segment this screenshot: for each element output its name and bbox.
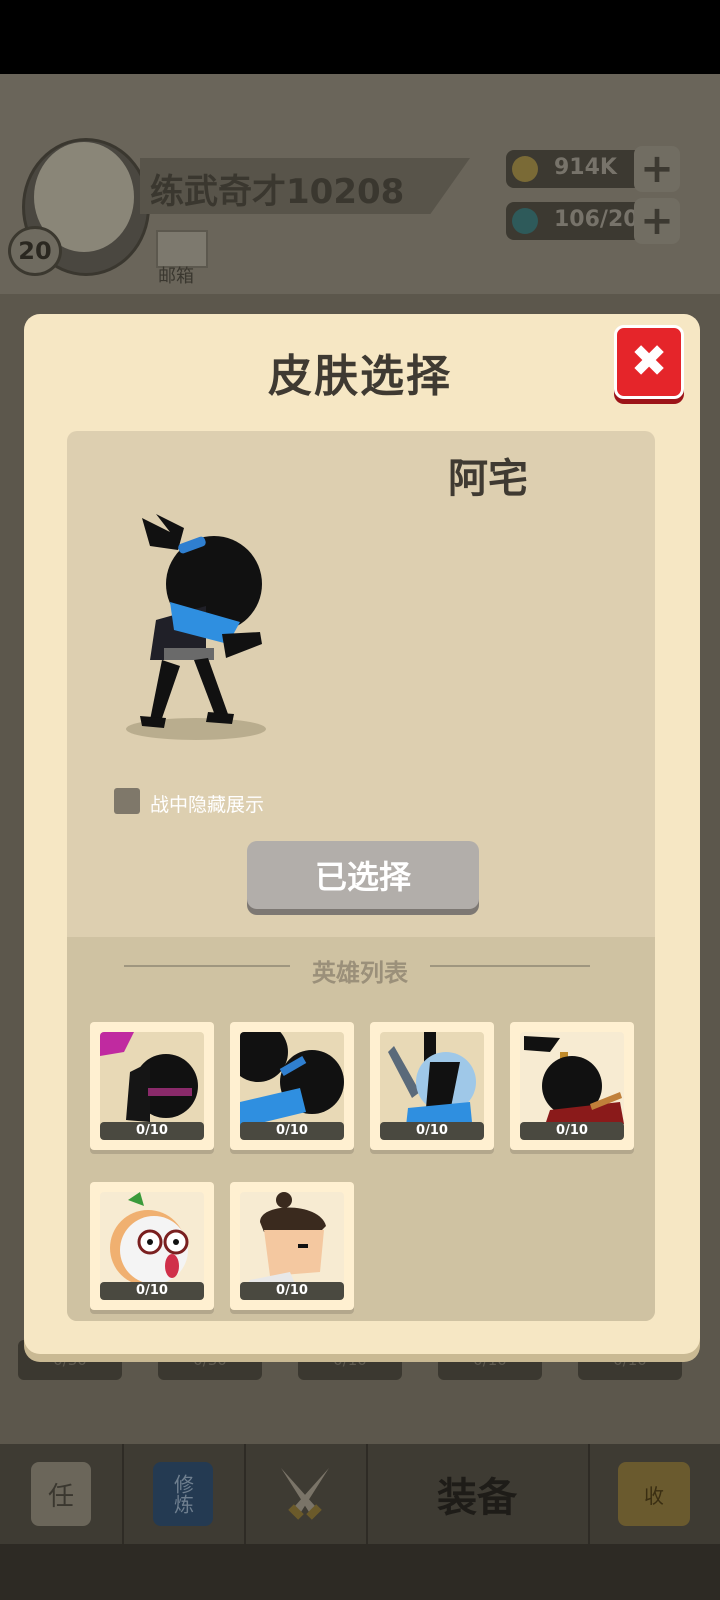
level-badge: 20 bbox=[8, 226, 62, 276]
hero-progress: 0/10 bbox=[240, 1282, 344, 1300]
hero-progress: 0/10 bbox=[100, 1122, 204, 1140]
white-round-glasses-portrait bbox=[100, 1192, 204, 1296]
nav-task[interactable]: 任 bbox=[0, 1444, 124, 1544]
ninja-character-preview bbox=[140, 514, 262, 728]
hero-card[interactable]: 0/10 bbox=[510, 1022, 634, 1150]
hero-progress: 0/10 bbox=[240, 1122, 344, 1140]
hero-progress: 0/10 bbox=[100, 1282, 204, 1300]
hero-card[interactable]: 0/10 bbox=[230, 1182, 354, 1310]
dialog-title: 皮肤选择 bbox=[268, 351, 452, 402]
gem-counter: 106/20 + bbox=[506, 198, 680, 244]
hero-card[interactable]: 0/10 bbox=[90, 1022, 214, 1150]
ninja-blue-scarf-portrait bbox=[240, 1032, 344, 1136]
hide-in-battle-label: 战中隐藏展示 bbox=[150, 794, 265, 816]
nav-equipment[interactable]: 装备 bbox=[366, 1444, 590, 1544]
hero-card[interactable]: 0/10 bbox=[230, 1022, 354, 1150]
ninja-red-hair-portrait bbox=[520, 1032, 624, 1136]
hero-progress: 0/10 bbox=[520, 1122, 624, 1140]
coin-icon bbox=[512, 156, 538, 182]
equipment-label: 装备 bbox=[437, 1475, 517, 1521]
gem-icon bbox=[512, 208, 538, 234]
ninja-blue-sword-portrait bbox=[380, 1032, 484, 1136]
crossed-swords-icon bbox=[275, 1462, 335, 1526]
scroll-icon: 任 bbox=[31, 1462, 91, 1526]
nav-collect[interactable]: 收 bbox=[588, 1444, 720, 1544]
chest-icon: 收 bbox=[618, 1462, 690, 1526]
add-gem-button[interactable]: + bbox=[634, 198, 680, 244]
status-bar bbox=[0, 0, 720, 74]
hero-list-title: 英雄列表 bbox=[312, 959, 408, 987]
gem-value: 106/20 bbox=[554, 207, 639, 232]
ninja-purple-umbrella-portrait bbox=[100, 1032, 204, 1136]
add-gold-button[interactable]: + bbox=[634, 146, 680, 192]
mail-label: 邮箱 bbox=[158, 266, 194, 287]
skin-name: 阿宅 bbox=[448, 456, 528, 502]
book-icon: 修炼 bbox=[153, 1462, 213, 1526]
nav-training[interactable]: 修炼 bbox=[122, 1444, 246, 1544]
selected-button[interactable]: 已选择 bbox=[247, 841, 479, 909]
player-name: 练武奇才10208 bbox=[150, 172, 405, 212]
hero-card[interactable]: 0/10 bbox=[90, 1182, 214, 1310]
topknot-boy-portrait bbox=[240, 1192, 344, 1296]
gold-value: 914K bbox=[554, 155, 617, 180]
system-nav-area bbox=[0, 1544, 720, 1600]
gold-counter: 914K + bbox=[506, 146, 680, 192]
divider-line bbox=[430, 965, 590, 967]
hero-progress: 0/10 bbox=[380, 1122, 484, 1140]
hide-in-battle-checkbox[interactable] bbox=[114, 788, 140, 814]
nav-battle[interactable] bbox=[244, 1444, 368, 1544]
hero-card[interactable]: 0/10 bbox=[370, 1022, 494, 1150]
